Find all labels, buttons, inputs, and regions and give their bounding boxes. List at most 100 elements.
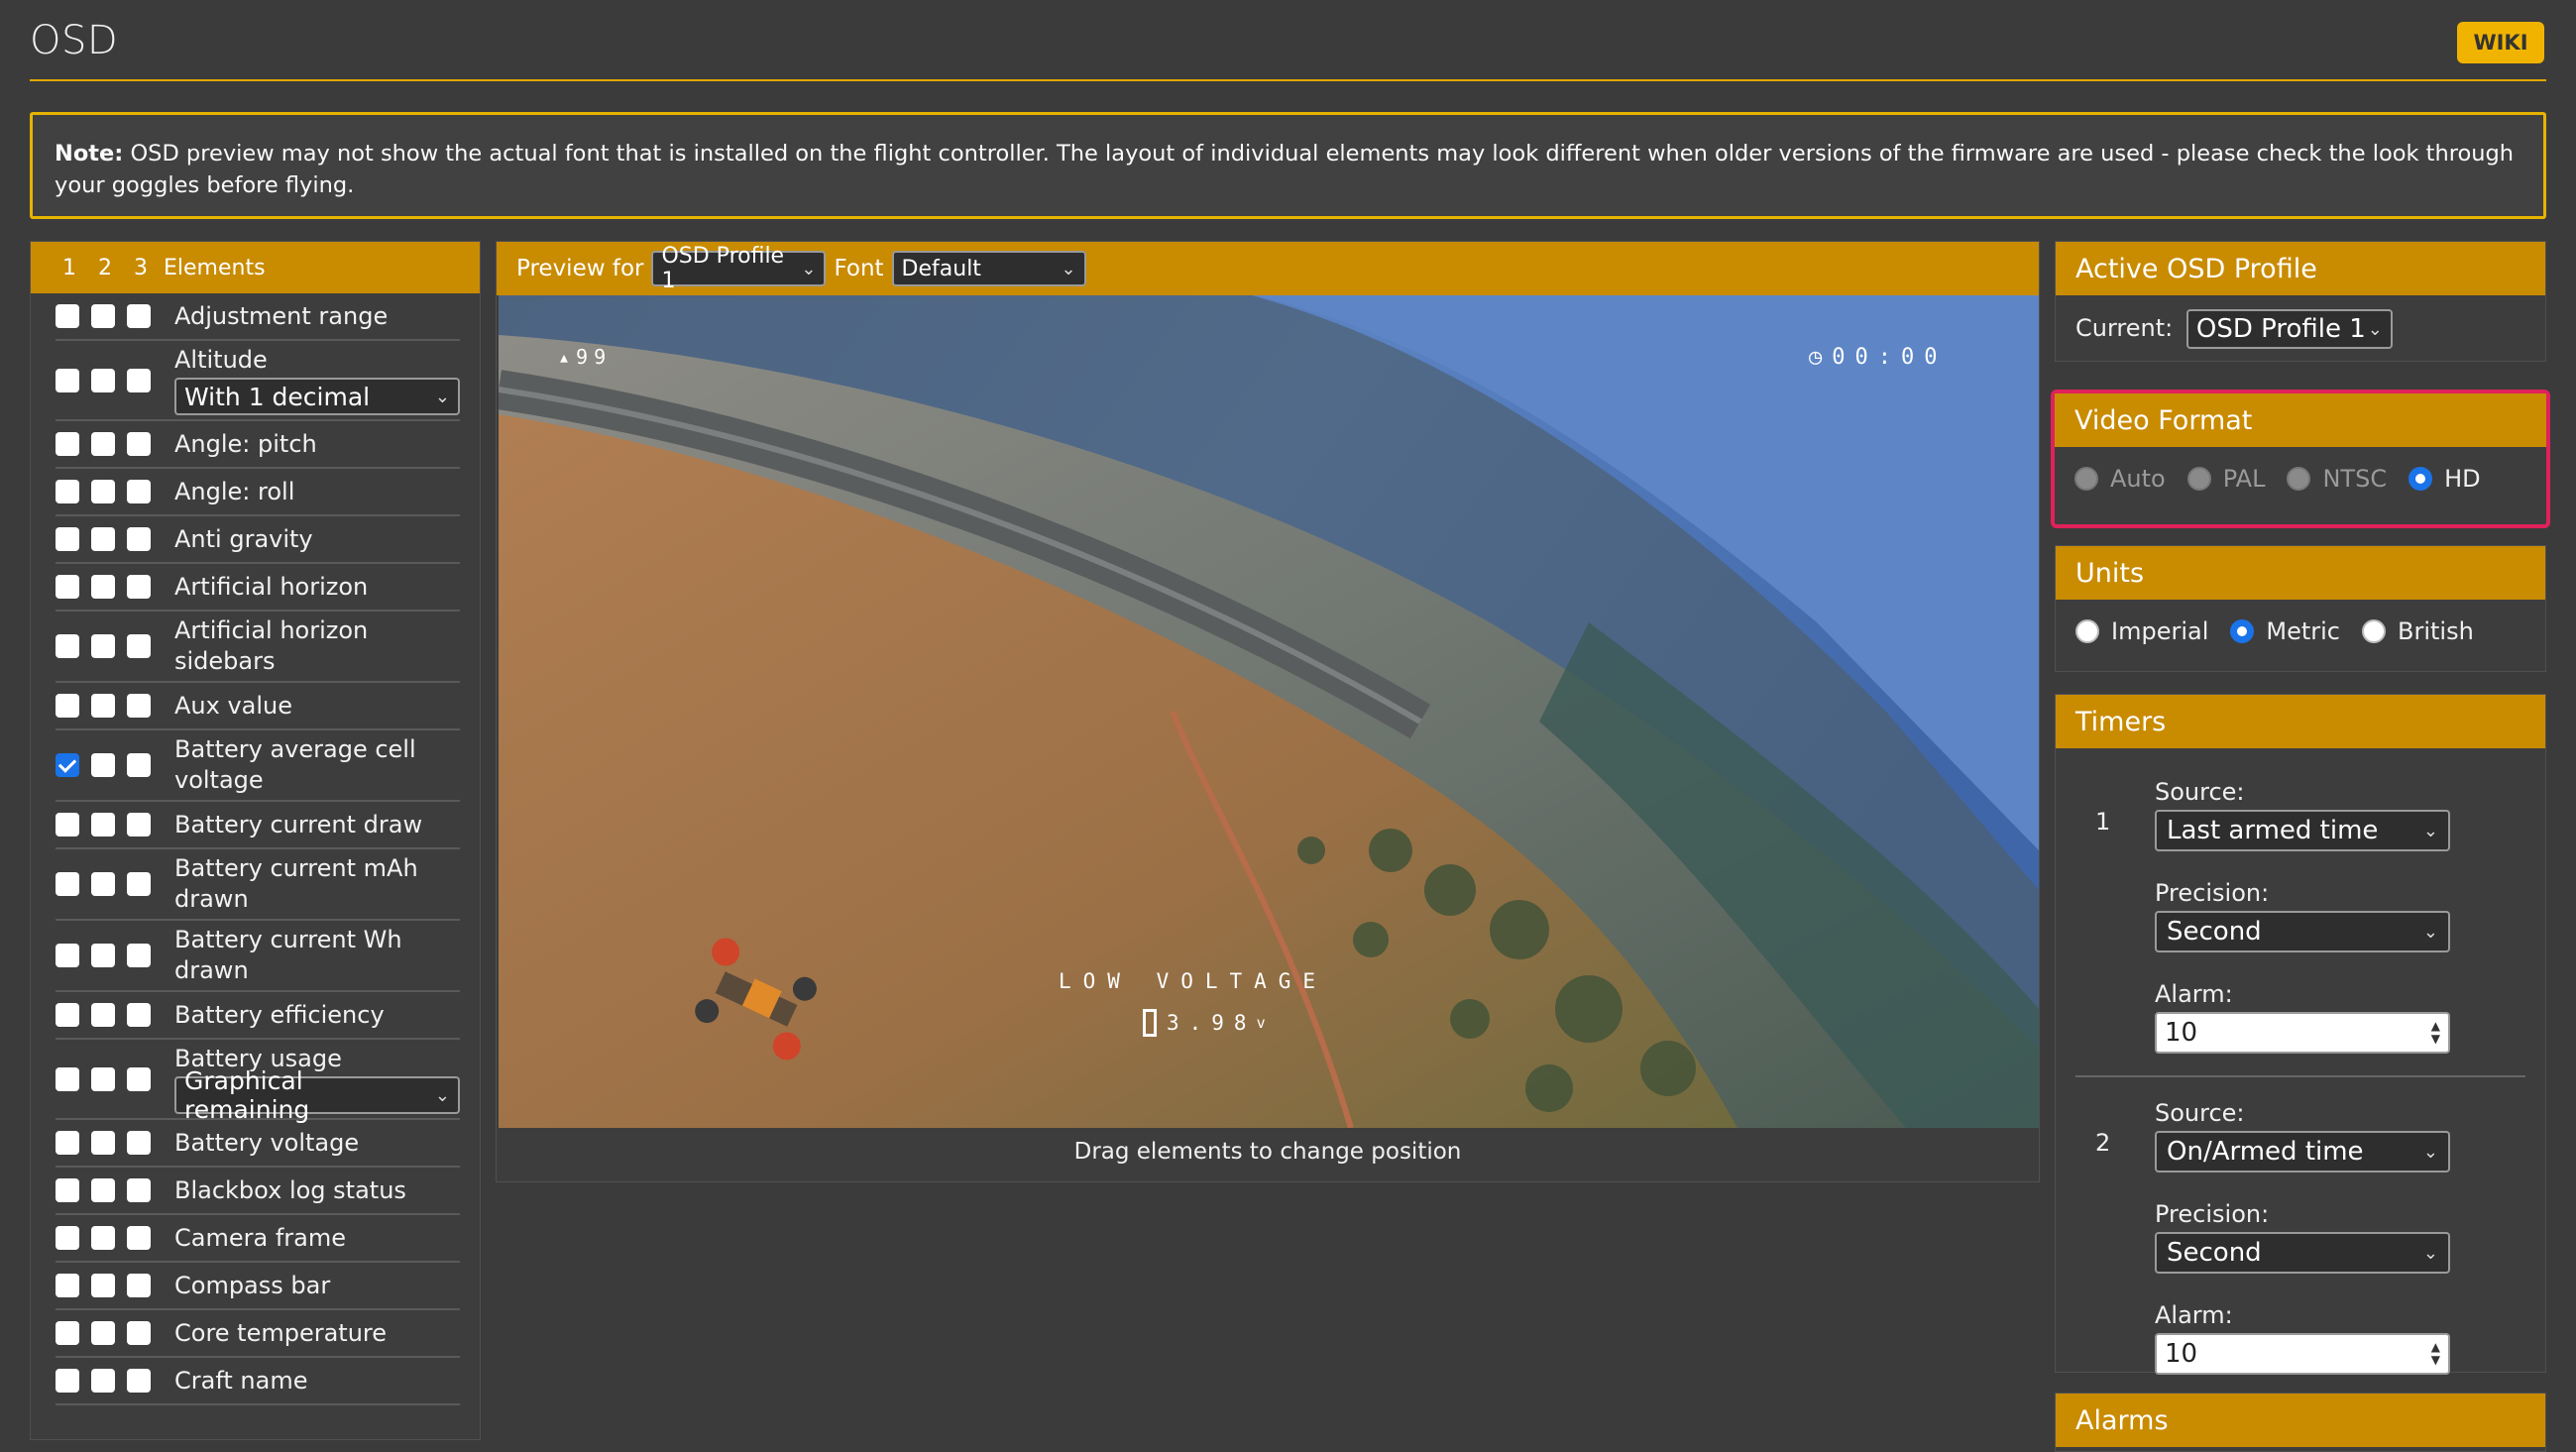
element-checkbox-profile-3[interactable] [127, 575, 151, 599]
element-checkbox-profile-3[interactable] [127, 480, 151, 503]
element-checkbox-profile-1[interactable] [56, 1003, 79, 1027]
element-checkbox-profile-2[interactable] [91, 1131, 115, 1155]
osd-preview-canvas[interactable]: ▴99 ◷00:00 LOW VOLTAGE 3.98 v [499, 295, 2039, 1128]
element-checkbox-profile-1[interactable] [56, 304, 79, 328]
element-checkbox-profile-2[interactable] [91, 1321, 115, 1345]
font-select[interactable]: Default ⌄ [891, 251, 1086, 286]
osd-rssi[interactable]: 99 [576, 345, 612, 369]
spinner-arrows-icon[interactable]: ▲ ▼ [2431, 1020, 2440, 1046]
element-label: Battery efficiency [174, 1000, 385, 1029]
element-checkbox-profile-2[interactable] [91, 1369, 115, 1393]
element-checkbox-profile-3[interactable] [127, 1369, 151, 1393]
element-checkbox-profile-3[interactable] [127, 944, 151, 967]
element-checkbox-profile-3[interactable] [127, 1274, 151, 1297]
element-checkbox-profile-3[interactable] [127, 527, 151, 551]
element-checkbox-profile-1[interactable] [56, 944, 79, 967]
element-checkbox-profile-3[interactable] [127, 634, 151, 658]
element-variant-value: Graphical remaining [184, 1066, 310, 1124]
element-checkbox-profile-1[interactable] [56, 1369, 79, 1393]
element-label: Battery current draw [174, 810, 423, 838]
element-checkbox-profile-2[interactable] [91, 944, 115, 967]
element-profile-checkboxes [56, 480, 174, 503]
active-profile-select[interactable]: OSD Profile 1 ⌄ [2185, 309, 2393, 349]
timer-source-select[interactable]: Last armed time ⌄ [2155, 810, 2450, 851]
element-checkbox-profile-1[interactable] [56, 634, 79, 658]
element-checkbox-profile-3[interactable] [127, 1131, 151, 1155]
element-checkbox-profile-1[interactable] [56, 575, 79, 599]
element-checkbox-profile-2[interactable] [91, 872, 115, 896]
element-checkbox-profile-1[interactable] [56, 813, 79, 837]
element-checkbox-profile-1[interactable] [56, 480, 79, 503]
element-checkbox-profile-2[interactable] [91, 1003, 115, 1027]
osd-warning[interactable]: LOW VOLTAGE [1059, 969, 1327, 993]
element-checkbox-profile-2[interactable] [91, 753, 115, 777]
element-checkbox-profile-3[interactable] [127, 368, 151, 392]
element-checkbox-profile-2[interactable] [91, 527, 115, 551]
element-checkbox-profile-2[interactable] [91, 1226, 115, 1250]
timer-precision-label: Precision: [2155, 879, 2270, 907]
element-checkbox-profile-3[interactable] [127, 1066, 151, 1091]
units-radio-metric[interactable] [2230, 619, 2255, 643]
units-radio-british[interactable] [2362, 619, 2386, 643]
element-checkbox-profile-2[interactable] [91, 1178, 115, 1202]
element-body: Aux value [174, 691, 460, 722]
timer-alarm-input[interactable]: 10 ▲ ▼ [2155, 1012, 2450, 1054]
units-panel: Units Imperial Metric British [2055, 545, 2546, 672]
timer-precision-select[interactable]: Second ⌄ [2155, 1232, 2450, 1274]
element-checkbox-profile-3[interactable] [127, 1003, 151, 1027]
chevron-down-icon: ⌄ [2422, 1141, 2438, 1163]
preview-profile-select[interactable]: OSD Profile 1 ⌄ [651, 244, 827, 293]
osd-cell-voltage[interactable]: 3.98 [1167, 1011, 1257, 1035]
wiki-button[interactable]: WIKI [2457, 22, 2544, 63]
element-checkbox-profile-3[interactable] [127, 1178, 151, 1202]
element-checkbox-profile-3[interactable] [127, 1226, 151, 1250]
element-checkbox-profile-2[interactable] [91, 575, 115, 599]
element-checkbox-profile-1[interactable] [56, 1226, 79, 1250]
element-checkbox-profile-2[interactable] [91, 1274, 115, 1297]
element-checkbox-profile-1[interactable] [56, 1274, 79, 1297]
active-profile-panel: Active OSD Profile Current: OSD Profile … [2055, 241, 2546, 362]
element-checkbox-profile-1[interactable] [56, 527, 79, 551]
element-variant-select[interactable]: With 1 decimal ⌄ [174, 378, 460, 415]
video-format-radio-hd[interactable] [2408, 467, 2433, 491]
note-bold: Note: [55, 141, 124, 167]
element-checkbox-profile-3[interactable] [127, 694, 151, 718]
element-checkbox-profile-1[interactable] [56, 1178, 79, 1202]
preview-caption: Drag elements to change position [1073, 1139, 1462, 1165]
osd-timer[interactable]: 00:00 [1832, 345, 1947, 370]
profile-tab-3[interactable]: 3 [134, 256, 148, 280]
timer-precision-select[interactable]: Second ⌄ [2155, 911, 2450, 952]
element-checkbox-profile-2[interactable] [91, 304, 115, 328]
element-checkbox-profile-3[interactable] [127, 432, 151, 456]
element-checkbox-profile-1[interactable] [56, 753, 79, 777]
element-checkbox-profile-2[interactable] [91, 368, 115, 392]
element-checkbox-profile-1[interactable] [56, 432, 79, 456]
timer-source-select[interactable]: On/Armed time ⌄ [2155, 1131, 2450, 1173]
element-checkbox-profile-3[interactable] [127, 813, 151, 837]
timer-alarm-input[interactable]: 10 ▲ ▼ [2155, 1333, 2450, 1375]
spinner-arrows-icon[interactable]: ▲ ▼ [2431, 1341, 2440, 1367]
element-checkbox-profile-1[interactable] [56, 1066, 79, 1091]
element-checkbox-profile-2[interactable] [91, 813, 115, 837]
element-checkbox-profile-3[interactable] [127, 872, 151, 896]
element-checkbox-profile-2[interactable] [91, 694, 115, 718]
element-checkbox-profile-1[interactable] [56, 694, 79, 718]
element-checkbox-profile-2[interactable] [91, 634, 115, 658]
element-checkbox-profile-1[interactable] [56, 368, 79, 392]
video-format-label: HD [2444, 465, 2481, 493]
element-checkbox-profile-2[interactable] [91, 432, 115, 456]
element-checkbox-profile-1[interactable] [56, 872, 79, 896]
element-checkbox-profile-2[interactable] [91, 1066, 115, 1091]
profile-tab-1[interactable]: 1 [62, 256, 76, 280]
element-checkbox-profile-1[interactable] [56, 1321, 79, 1345]
element-label: Angle: roll [174, 477, 295, 505]
element-checkbox-profile-1[interactable] [56, 1131, 79, 1155]
profile-tab-2[interactable]: 2 [98, 256, 112, 280]
element-checkbox-profile-3[interactable] [127, 753, 151, 777]
units-radio-imperial[interactable] [2075, 619, 2099, 643]
element-checkbox-profile-2[interactable] [91, 480, 115, 503]
units-label: Metric [2266, 617, 2340, 645]
element-checkbox-profile-3[interactable] [127, 1321, 151, 1345]
element-checkbox-profile-3[interactable] [127, 304, 151, 328]
element-variant-select[interactable]: Graphical remaining ⌄ [174, 1066, 460, 1124]
